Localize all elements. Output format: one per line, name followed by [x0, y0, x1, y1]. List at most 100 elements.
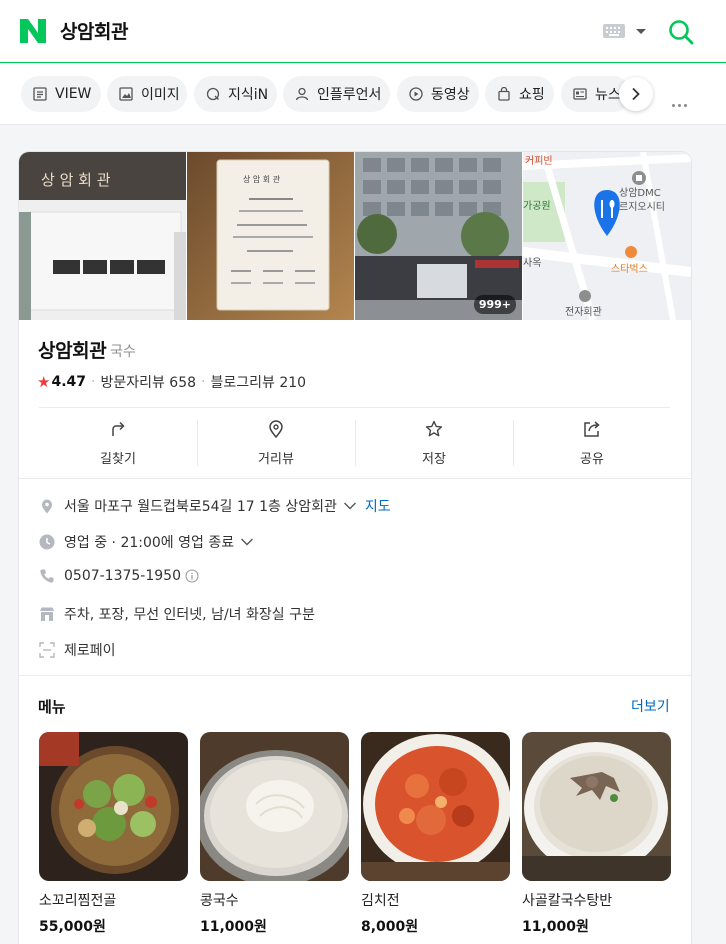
image-icon	[119, 87, 133, 101]
rating-value: 4.47	[51, 374, 86, 390]
menu-item-price: 8,000원	[361, 919, 419, 935]
menu-board-photo[interactable]: 상 암 회 관	[187, 152, 354, 320]
menu-item-name: 사골칼국수탕반	[522, 893, 613, 909]
tab-video[interactable]: 동영상	[397, 76, 479, 112]
blog-reviews-link[interactable]: 블로그리뷰 210	[210, 372, 306, 392]
search-tabs: VIEW 이미지 지식iN 인플루언서 동영상 쇼핑 뉴스	[0, 64, 726, 125]
search-icon[interactable]	[668, 19, 694, 45]
menu-item-name: 소꼬리찜전골	[39, 893, 117, 909]
chevron-down-icon[interactable]	[240, 537, 254, 547]
map-link[interactable]: 지도	[365, 496, 391, 516]
menu-item-name: 김치전	[361, 893, 400, 909]
map-label: 전자회관	[565, 306, 602, 318]
location-icon	[42, 499, 52, 514]
play-icon	[409, 87, 423, 101]
search-header: 상암회관	[0, 0, 726, 63]
share-button[interactable]: 공유	[513, 420, 671, 468]
tab-image[interactable]: 이미지	[107, 76, 187, 112]
tab-label: 인플루언서	[317, 87, 382, 103]
menu-item-name: 콩국수	[200, 893, 239, 909]
photo-count-badge: 999+	[473, 295, 516, 314]
menu-section-title: 메뉴	[38, 698, 66, 716]
hours-row: 영업 중 · 21:00에 영업 종료	[39, 532, 254, 552]
save-button[interactable]: 저장	[355, 420, 513, 468]
amenities-row: 주차, 포장, 무선 인터넷, 남/녀 화장실 구분	[39, 604, 315, 624]
location-pin-icon	[269, 420, 283, 438]
menu-item[interactable]: 사골칼국수탕반 11,000원	[522, 732, 671, 936]
separator-dot: ·	[91, 374, 96, 390]
map-label: 가공원	[523, 200, 551, 212]
place-card: 상 암 회 관 상 암 회 관 999+ 커피빈 상암DMC 르지오시티 가공원…	[19, 152, 691, 944]
menu-item-price: 11,000원	[200, 919, 267, 935]
menu-item-photo[interactable]	[522, 732, 671, 881]
map-label: 상암DMC	[619, 187, 661, 199]
address-text[interactable]: 서울 마포구 월드컵북로54길 17 1층 상암회관	[64, 496, 337, 516]
payment-row: 제로페이	[39, 640, 116, 660]
menu-item-price: 55,000원	[39, 919, 106, 935]
menu-item[interactable]: 소꼬리찜전골 55,000원	[39, 732, 188, 936]
news-icon	[573, 88, 587, 100]
map-label: 르지오시티	[619, 201, 665, 213]
action-label: 저장	[422, 452, 446, 467]
chevron-right-icon	[632, 87, 640, 101]
tab-label: VIEW	[55, 86, 92, 102]
hours-text[interactable]: 영업 중 · 21:00에 영업 종료	[64, 532, 234, 552]
place-name[interactable]: 상암회관	[38, 336, 107, 363]
person-icon	[295, 87, 309, 101]
directions-icon	[112, 421, 125, 436]
tab-shopping[interactable]: 쇼핑	[485, 76, 554, 112]
q-icon	[206, 87, 220, 101]
divider	[19, 675, 691, 676]
phone-number[interactable]: 0507-1375-1950	[64, 568, 181, 584]
chevron-down-icon[interactable]	[343, 501, 357, 511]
tab-kin[interactable]: 지식iN	[194, 76, 277, 112]
menu-item-photo[interactable]	[39, 732, 188, 881]
tab-label: 지식iN	[228, 87, 269, 103]
directions-button[interactable]: 길찾기	[39, 420, 197, 468]
chevron-down-icon[interactable]	[636, 29, 646, 34]
amenities-text: 주차, 포장, 무선 인터넷, 남/녀 화장실 구분	[64, 607, 315, 623]
place-actions: 길찾기 거리뷰 저장 공유	[39, 420, 671, 468]
menu-item[interactable]: 콩국수 11,000원	[200, 732, 349, 936]
map-thumbnail[interactable]: 커피빈 상암DMC 르지오시티 가공원 스타벅스 사옥 전자회관	[523, 152, 691, 320]
store-sign-text: 상 암 회 관	[41, 171, 111, 189]
building-photo[interactable]: 999+	[355, 152, 522, 320]
divider	[19, 478, 691, 479]
photo-strip: 상 암 회 관 상 암 회 관 999+ 커피빈 상암DMC 르지오시티 가공원…	[19, 152, 691, 320]
menu-item-photo[interactable]	[200, 732, 349, 881]
keyboard-icon[interactable]	[603, 24, 625, 38]
action-label: 길찾기	[100, 452, 136, 467]
visitor-reviews-link[interactable]: 방문자리뷰 658	[100, 372, 196, 392]
street-view-button[interactable]: 거리뷰	[197, 420, 355, 468]
separator-dot: ·	[201, 374, 206, 390]
scan-icon	[39, 642, 55, 658]
store-icon	[40, 607, 54, 621]
naver-logo-icon[interactable]	[20, 19, 46, 43]
clock-icon	[39, 534, 55, 550]
divider	[39, 407, 670, 408]
map-label: 사옥	[523, 257, 541, 269]
menu-item[interactable]: 김치전 8,000원	[361, 732, 510, 936]
action-label: 공유	[580, 452, 604, 467]
view-icon	[33, 87, 47, 101]
menu-more-link[interactable]: 더보기	[631, 696, 670, 716]
shopping-bag-icon	[498, 87, 510, 101]
tabs-next-button[interactable]	[619, 77, 653, 111]
info-icon[interactable]	[185, 569, 199, 583]
menu-item-price: 11,000원	[522, 919, 589, 935]
tab-label: 이미지	[141, 87, 180, 103]
search-query[interactable]: 상암회관	[60, 17, 128, 44]
tab-view[interactable]: VIEW	[21, 76, 101, 112]
action-label: 거리뷰	[258, 452, 294, 467]
tab-influencer[interactable]: 인플루언서	[283, 76, 390, 112]
storefront-photo[interactable]: 상 암 회 관	[19, 152, 186, 320]
menu-board-title: 상 암 회 관	[243, 174, 281, 184]
phone-row: 0507-1375-1950	[39, 568, 199, 584]
share-icon	[584, 421, 600, 437]
tab-label: 동영상	[431, 87, 470, 103]
phone-icon	[40, 569, 54, 583]
more-icon[interactable]	[672, 92, 690, 111]
menu-item-photo[interactable]	[361, 732, 510, 881]
map-label: 스타벅스	[611, 263, 648, 275]
payment-text: 제로페이	[64, 643, 116, 659]
